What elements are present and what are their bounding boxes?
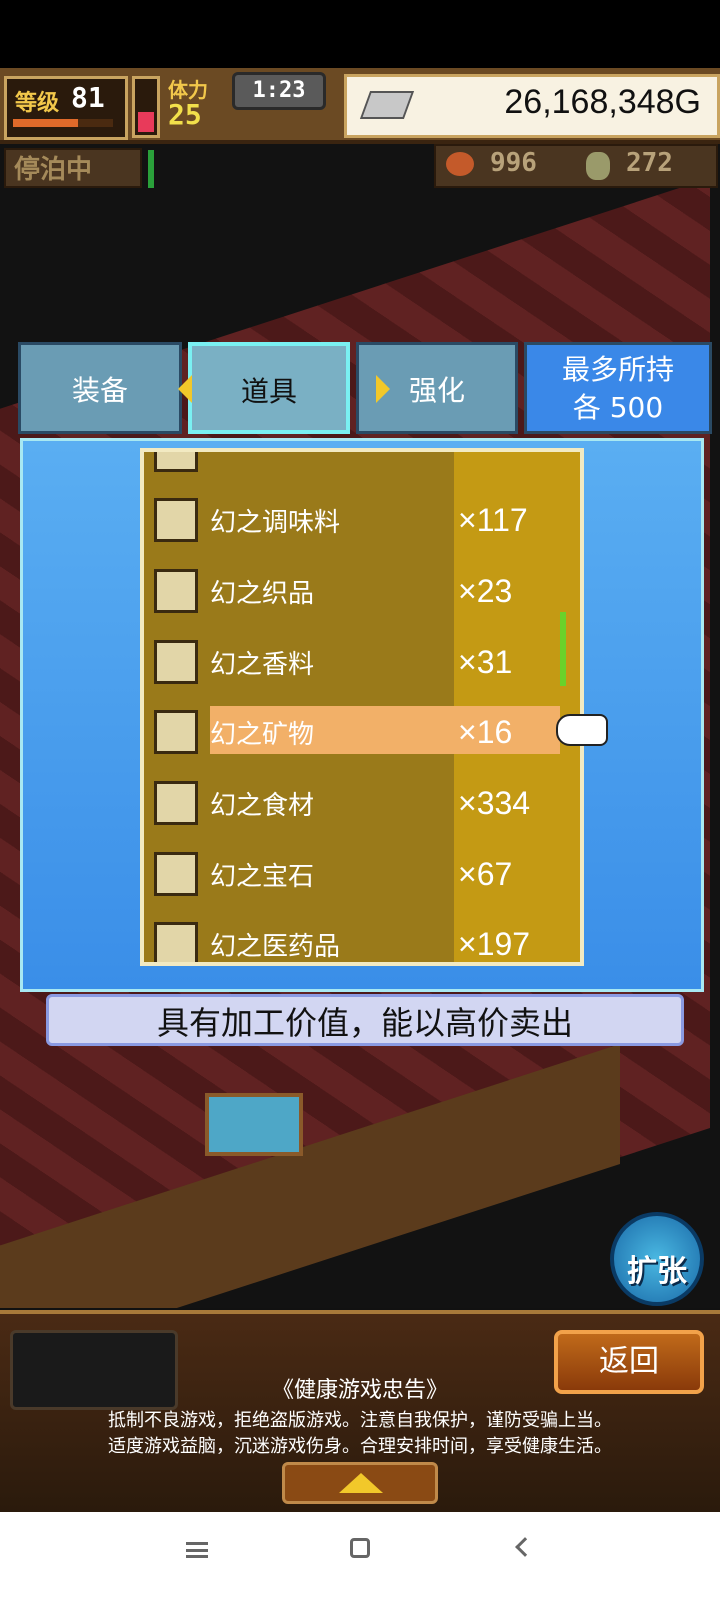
item-count: ×23 [458,573,513,609]
list-item[interactable]: 幻之调味料 ×117 [144,492,580,552]
food-icon [446,152,474,176]
scroll-up-button[interactable] [282,1462,438,1504]
item-name: 幻之织品 [210,579,315,609]
herb-icon [154,922,198,962]
list-item[interactable]: 幻之香料 ×31 [144,634,580,694]
resource-display: 996 272 [434,144,718,188]
list-scrollbar[interactable] [560,612,566,686]
recent-apps-icon-mid [186,1549,208,1552]
item-name: 幻之矿物 [210,720,315,750]
list-item[interactable]: 幻之医药品 ×197 [144,916,580,962]
hand-pointer-icon [556,714,608,746]
wood-icon [586,152,610,180]
item-description: 具有加工价值，能以高价卖出 [46,994,684,1046]
item-name: 幻之医药品 [210,932,341,962]
item-name: 幻之香料 [210,650,315,680]
arrow-left-icon[interactable] [178,375,192,403]
money-display: 26,168,348G [344,74,720,138]
arrow-right-icon[interactable] [376,375,390,403]
game-clock: 1:23 [232,72,326,110]
item-count: ×197 [458,926,531,962]
item-list[interactable]: 幻之调味料 ×117 幻之织品 ×23 幻之香料 ×31 幻之矿物 ×16 幻之… [140,448,584,966]
item-icon [154,452,198,472]
money-value: 26,168,348G [504,83,701,121]
level-box: 等级 81 [4,76,128,140]
silver-bar-icon [359,91,415,119]
item-count: ×334 [458,785,531,821]
resource-food-value: 996 [490,148,537,178]
bottle-icon [154,498,198,542]
health-notice-title: 《健康游戏忠告》 [271,1378,448,1403]
list-item[interactable]: 幻之织品 ×23 [144,563,580,623]
tab-equipment[interactable]: 装备 [18,342,182,434]
triangle-up-icon [339,1473,383,1493]
level-label: 等级 [15,91,60,116]
dock-status[interactable]: 停泊中 [4,148,142,188]
category-tabs: 装备 道具 强化 最多所持 各 500 [18,342,714,438]
item-count: ×117 [458,502,528,538]
stamina-fill [138,112,154,132]
item-count: ×16 [458,714,513,750]
home-icon[interactable] [350,1538,370,1558]
status-bar [0,0,720,68]
health-notice-line2: 适度游戏益脑，沉迷游戏伤身。合理安排时间，享受健康生活。 [108,1436,612,1457]
list-item-selected[interactable]: 幻之矿物 ×16 [144,704,580,764]
item-count: ×31 [458,644,513,680]
max-hold-line2: 各 500 [572,391,664,424]
mineral-rock-icon [154,710,198,754]
expand-button[interactable]: 扩张 [610,1212,704,1306]
max-hold-info: 最多所持 各 500 [524,342,712,434]
level-exp-bar [13,119,113,127]
stamina-gauge [132,76,160,138]
fabric-icon [154,569,198,613]
tab-items[interactable]: 道具 [188,342,350,434]
resource-wood-value: 272 [626,148,673,178]
item-name: 幻之宝石 [210,862,315,892]
dock-status-indicator [148,150,154,188]
max-hold-line1: 最多所持 [561,353,674,386]
expand-label: 扩张 [627,1254,687,1289]
flower-spice-icon [154,640,198,684]
list-item[interactable]: 幻之宝石 ×67 [144,846,580,906]
health-notice-line1: 抵制不良游戏，拒绝盗版游戏。注意自我保护，谨防受骗上当。 [108,1410,612,1431]
gem-icon [154,852,198,896]
stamina-value: 25 [168,98,202,131]
bread-icon [154,781,198,825]
level-exp-fill [13,119,78,127]
list-item[interactable]: 幻之食材 ×334 [144,775,580,835]
item-name: 幻之食材 [210,791,315,821]
item-count: ×67 [458,856,513,892]
ship-pool [205,1093,303,1156]
level-value: 81 [71,81,105,114]
list-item-partial[interactable] [144,452,580,482]
item-name: 幻之调味料 [210,508,341,538]
